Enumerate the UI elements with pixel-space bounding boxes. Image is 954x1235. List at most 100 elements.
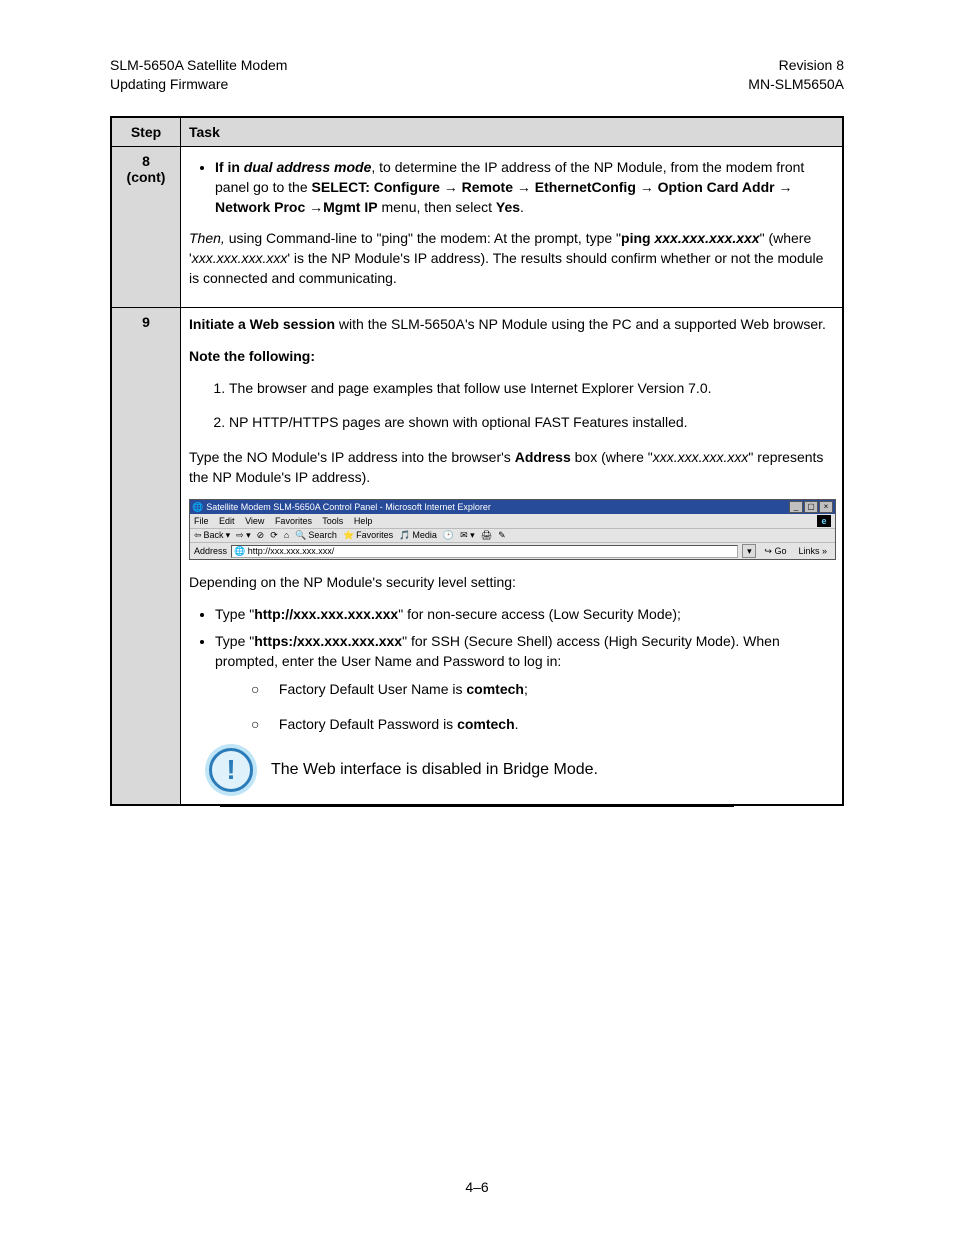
col-step: Step	[111, 117, 181, 147]
text: Note the following:	[189, 348, 315, 364]
alert: ! The Web interface is disabled in Bridg…	[189, 748, 834, 792]
text: http://xxx.xxx.xxx.xxx	[254, 606, 398, 622]
minimize-icon: _	[789, 501, 803, 513]
text: comtech	[466, 681, 524, 697]
menu-item: Edit	[219, 516, 235, 526]
task-8: If in dual address mode, to determine th…	[181, 146, 844, 307]
text: Yes	[496, 199, 520, 215]
text: Media	[412, 530, 437, 541]
header-right-line1: Revision 8	[779, 57, 844, 73]
list-item: Type "https:/xxx.xxx.xxx.xxx" for SSH (S…	[215, 631, 834, 734]
text: Initiate a Web session	[189, 316, 335, 332]
page: SLM-5650A Satellite Modem Updating Firmw…	[0, 0, 954, 1235]
task-9: Initiate a Web session with the SLM-5650…	[181, 307, 844, 805]
text: Factory Default User Name is	[279, 681, 467, 697]
text: Go	[774, 546, 786, 556]
col-task: Task	[181, 117, 844, 147]
text: .	[515, 716, 519, 732]
page-header: SLM-5650A Satellite Modem Updating Firmw…	[110, 56, 844, 94]
address-url: 🌐 http://xxx.xxx.xxx.xxx/	[231, 545, 738, 558]
header-right: Revision 8 MN-SLM5650A	[748, 56, 844, 94]
close-icon: ×	[819, 501, 833, 513]
ie-logo-icon: e	[817, 515, 831, 527]
address-label: Address	[194, 546, 227, 557]
text: Favorites	[356, 530, 393, 541]
text: .	[520, 199, 524, 215]
list-item: If in dual address mode, to determine th…	[215, 157, 834, 218]
forward-button: ⇨ ▾	[236, 530, 251, 541]
menu-item: View	[245, 516, 264, 526]
text: Back	[204, 530, 224, 541]
header-left-line1: SLM-5650A Satellite Modem	[110, 57, 287, 73]
text: Type the NO Module's IP address into the…	[189, 449, 515, 465]
text: using Command-line to "ping" the modem: …	[225, 230, 621, 246]
browser-screenshot: 🌐 Satellite Modem SLM-5650A Control Pane…	[189, 499, 836, 560]
window-title: Satellite Modem SLM-5650A Control Panel …	[206, 502, 491, 513]
alert-text: The Web interface is disabled in Bridge …	[271, 758, 598, 781]
footer-rule	[220, 806, 734, 807]
table-row: 8 (cont) If in dual address mode, to det…	[111, 146, 843, 307]
text: Then,	[189, 230, 225, 246]
text: Links	[798, 546, 819, 556]
paragraph: Type the NO Module's IP address into the…	[189, 447, 834, 488]
favorites-button: ⭐ Favorites	[343, 530, 393, 541]
text: box (where "	[571, 449, 653, 465]
address-bar: Address 🌐 http://xxx.xxx.xxx.xxx/ ▾ ↪ Go…	[190, 543, 835, 559]
list-item: The browser and page examples that follo…	[229, 378, 834, 398]
steps-table: Step Task 8 (cont) If in dual address mo…	[110, 116, 844, 806]
note-heading: Note the following:	[189, 346, 834, 366]
search-button: 🔍 Search	[295, 530, 337, 541]
toolbar: ⇦ Back ▾ ⇨ ▾ ⊘ ⟳ ⌂ 🔍 Search ⭐ Favorites …	[190, 529, 835, 543]
list-item: NP HTTP/HTTPS pages are shown with optio…	[229, 412, 834, 432]
text: menu, then select	[378, 199, 496, 215]
menu-item: File	[194, 516, 209, 526]
text: Address	[515, 449, 571, 465]
menu-item: Favorites	[275, 516, 312, 526]
paragraph: Then, using Command-line to "ping" the m…	[189, 228, 834, 289]
menu-item: Tools	[322, 516, 343, 526]
paragraph: Initiate a Web session with the SLM-5650…	[189, 314, 834, 334]
print-icon: 🖨	[481, 530, 492, 541]
alert-icon: !	[209, 748, 253, 792]
media-button: 🎵 Media	[399, 530, 437, 541]
stop-icon: ⊘	[257, 530, 265, 541]
text: xxx.xxx.xxx.xxx	[192, 250, 288, 266]
text: xxx.xxx.xxx.xxx	[654, 230, 759, 246]
menu-bar: File Edit View Favorites Tools Help e	[190, 514, 835, 529]
text: " for non-secure access (Low Security Mo…	[398, 606, 681, 622]
step-number-8: 8 (cont)	[111, 146, 181, 307]
text: ;	[524, 681, 528, 697]
table-row: 9 Initiate a Web session with the SLM-56…	[111, 307, 843, 805]
text: http://xxx.xxx.xxx.xxx/	[248, 546, 335, 556]
text: If in	[215, 159, 244, 175]
notes-list: The browser and page examples that follo…	[189, 378, 834, 433]
home-icon: ⌂	[284, 530, 289, 541]
history-icon: 🕑	[443, 530, 454, 541]
text: Type "	[215, 606, 254, 622]
step-number-9: 9	[111, 307, 181, 805]
text: Search	[308, 530, 337, 541]
window-titlebar: 🌐 Satellite Modem SLM-5650A Control Pane…	[190, 500, 835, 514]
header-right-line2: MN-SLM5650A	[748, 76, 844, 92]
ie-icon: 🌐	[192, 502, 203, 513]
refresh-icon: ⟳	[270, 530, 278, 541]
maximize-icon: ▢	[804, 501, 818, 513]
edit-icon: ✎	[498, 530, 506, 541]
links-label: Links »	[794, 546, 831, 557]
text: https:/xxx.xxx.xxx.xxx	[254, 633, 402, 649]
header-left: SLM-5650A Satellite Modem Updating Firmw…	[110, 56, 287, 94]
text: Factory Default Password is	[279, 716, 457, 732]
text: comtech	[457, 716, 515, 732]
text: ping	[621, 230, 654, 246]
header-left-line2: Updating Firmware	[110, 76, 228, 92]
list-item: Type "http://xxx.xxx.xxx.xxx" for non-se…	[215, 604, 834, 624]
list-item: Factory Default Password is comtech.	[275, 714, 834, 734]
back-button: ⇦ Back ▾	[194, 530, 230, 541]
paragraph: Depending on the NP Module's security le…	[189, 572, 834, 592]
text: with the SLM-5650A's NP Module using the…	[335, 316, 826, 332]
go-button: ↪ Go	[760, 546, 790, 557]
text: dual address mode	[244, 159, 372, 175]
mail-icon: ✉ ▾	[460, 530, 475, 541]
list-item: Factory Default User Name is comtech;	[275, 679, 834, 699]
page-number: 4–6	[0, 1179, 954, 1195]
